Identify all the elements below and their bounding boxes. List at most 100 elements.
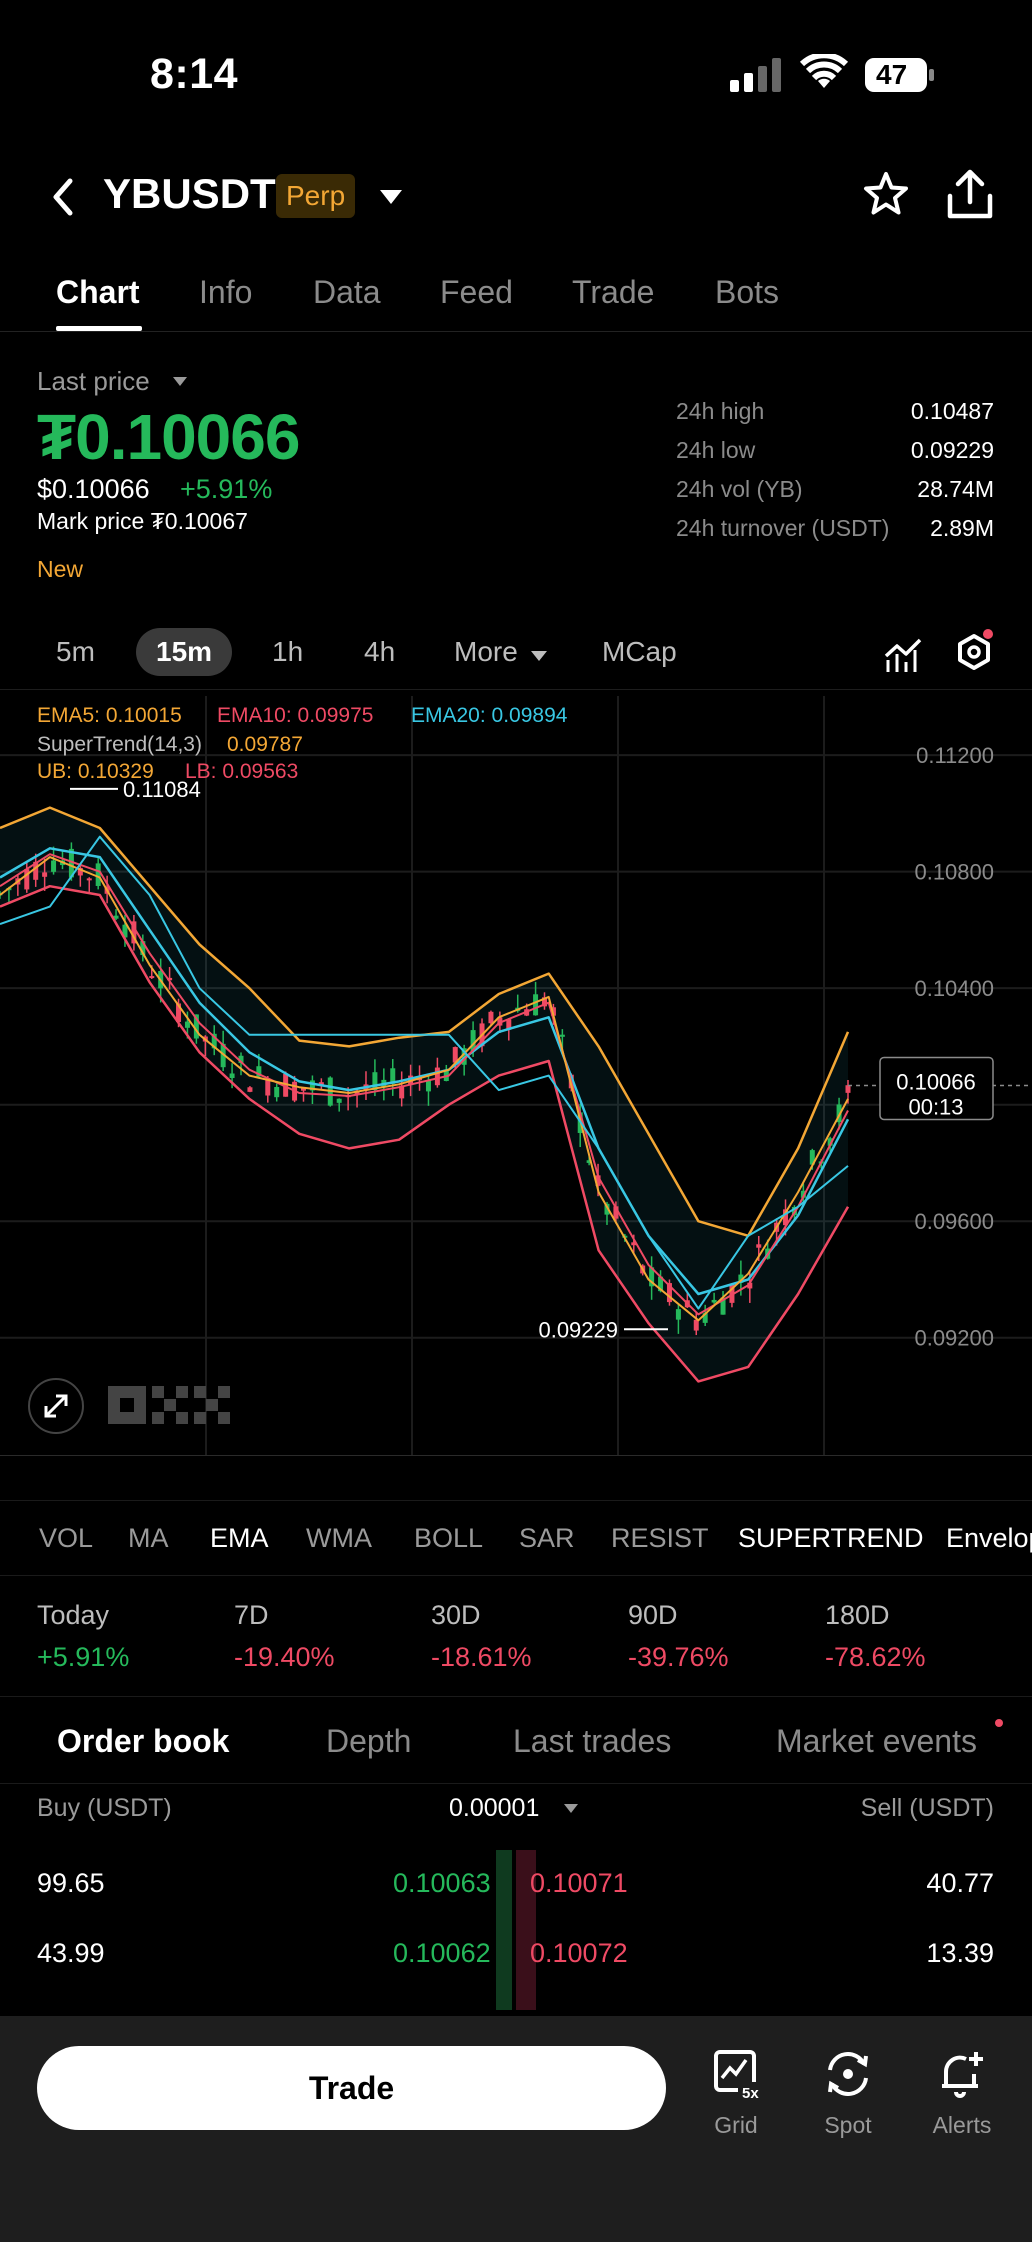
indicator-wma[interactable]: WMA bbox=[306, 1523, 372, 1554]
trade-button[interactable]: Trade bbox=[37, 2046, 666, 2130]
wifi-icon bbox=[800, 54, 848, 88]
stat-24h-low-label: 24h low bbox=[676, 437, 756, 463]
spot-label[interactable]: Spot bbox=[798, 2112, 898, 2139]
interval-1h[interactable]: 1h bbox=[272, 636, 303, 668]
last-price: ₮0.10066 bbox=[37, 401, 300, 473]
grid-bot-icon[interactable]: 5x bbox=[712, 2048, 764, 2100]
candle-body bbox=[184, 1021, 190, 1028]
indicator-vol[interactable]: VOL bbox=[39, 1523, 93, 1554]
legend-ema5: EMA5: 0.10015 bbox=[37, 704, 182, 727]
price-chart[interactable]: 0.112000.108000.104000.096000.092005/27,… bbox=[0, 696, 1032, 1456]
perf-30d-label: 30D bbox=[431, 1600, 481, 1630]
y-axis-tick-label: 0.11200 bbox=[916, 743, 994, 768]
interval-15m[interactable]: 15m bbox=[136, 628, 233, 676]
fullscreen-button[interactable] bbox=[28, 1378, 84, 1434]
battery-level: 47 bbox=[876, 59, 908, 90]
orderbook-tabs: Order book Depth Last trades Market even… bbox=[0, 1696, 1032, 1784]
indicators-icon[interactable] bbox=[884, 636, 924, 674]
tab-bots[interactable]: Bots bbox=[715, 274, 779, 311]
candle-body bbox=[86, 878, 92, 881]
candle-body bbox=[51, 860, 57, 872]
tab-data[interactable]: Data bbox=[313, 274, 381, 311]
grid-label[interactable]: Grid bbox=[686, 2112, 786, 2139]
mark-price: Mark price ₮0.10067 bbox=[37, 508, 248, 534]
alerts-bell-icon[interactable] bbox=[936, 2048, 988, 2100]
pair-title[interactable]: YBUSDT bbox=[103, 170, 276, 218]
indicator-ma[interactable]: MA bbox=[128, 1523, 169, 1554]
low-marker-label: 0.09229 bbox=[538, 1317, 618, 1342]
stat-24h-low-value: 0.09229 bbox=[910, 437, 994, 463]
okx-watermark-logo bbox=[108, 1386, 230, 1424]
alerts-label[interactable]: Alerts bbox=[912, 2112, 1012, 2139]
chevron-down-icon[interactable] bbox=[563, 1803, 579, 1814]
main-tabs: Chart Info Data Feed Trade Bots bbox=[0, 268, 1032, 332]
candle-body bbox=[711, 1299, 717, 1303]
stat-24h-high-value: 0.10487 bbox=[910, 398, 994, 424]
legend-supertrend-value: 0.09787 bbox=[227, 733, 303, 756]
indicator-supertrend[interactable]: SUPERTREND bbox=[738, 1523, 924, 1554]
chevron-down-icon[interactable] bbox=[378, 188, 404, 206]
tab-feed[interactable]: Feed bbox=[440, 274, 513, 311]
candle-body bbox=[42, 872, 48, 877]
tab-market-events[interactable]: Market events bbox=[776, 1723, 977, 1760]
cellular-signal-icon bbox=[730, 58, 781, 92]
candle-body bbox=[693, 1319, 699, 1331]
interval-5m[interactable]: 5m bbox=[56, 636, 95, 668]
back-icon[interactable] bbox=[48, 175, 78, 219]
active-tab-indicator bbox=[56, 326, 142, 331]
candle-body bbox=[675, 1309, 681, 1320]
precision-select[interactable]: 0.00001 bbox=[449, 1794, 539, 1823]
share-icon[interactable] bbox=[946, 168, 994, 220]
bid-depth-bar bbox=[496, 1850, 512, 2010]
interval-mcap[interactable]: MCap bbox=[602, 636, 677, 668]
indicator-tabs: VOL MA EMA WMA BOLL SAR RESIST SUPERTREN… bbox=[0, 1500, 1032, 1576]
indicator-ema[interactable]: EMA bbox=[210, 1523, 269, 1554]
spot-swap-icon[interactable] bbox=[822, 2048, 874, 2100]
candle-body bbox=[336, 1098, 342, 1103]
indicator-boll[interactable]: BOLL bbox=[414, 1523, 483, 1554]
current-price-label: 0.10066 bbox=[896, 1069, 976, 1094]
candle-body bbox=[229, 1073, 235, 1079]
ob-ask-price[interactable]: 0.10072 bbox=[530, 1938, 628, 1969]
ob-bid-price[interactable]: 0.10062 bbox=[393, 1938, 491, 1969]
chart-settings-icon[interactable] bbox=[954, 628, 994, 674]
interval-4h[interactable]: 4h bbox=[364, 636, 395, 668]
ob-ask-price[interactable]: 0.10071 bbox=[530, 1868, 628, 1899]
ob-buy-amount[interactable]: 43.99 bbox=[37, 1938, 105, 1969]
usd-price: $0.10066 bbox=[37, 474, 150, 504]
perf-90d-label: 90D bbox=[628, 1600, 678, 1630]
last-price-label[interactable]: Last price bbox=[37, 366, 150, 397]
indicator-sar[interactable]: SAR bbox=[519, 1523, 575, 1554]
interval-bar: 5m 15m 1h 4h More MCap bbox=[0, 626, 1032, 690]
legend-ema20: EMA20: 0.09894 bbox=[411, 704, 568, 727]
tab-depth[interactable]: Depth bbox=[326, 1723, 411, 1760]
buy-header: Buy (USDT) bbox=[37, 1794, 172, 1822]
perp-badge: Perp bbox=[276, 174, 356, 218]
ob-buy-amount[interactable]: 99.65 bbox=[37, 1868, 105, 1899]
favorite-star-icon[interactable] bbox=[862, 170, 910, 218]
candle-body bbox=[488, 1011, 494, 1024]
tab-trade[interactable]: Trade bbox=[572, 274, 654, 311]
envelope-fill bbox=[0, 807, 848, 1382]
interval-more[interactable]: More bbox=[454, 636, 518, 668]
chevron-down-icon[interactable] bbox=[172, 376, 188, 387]
tab-info[interactable]: Info bbox=[199, 274, 252, 311]
perf-90d-value: -39.76% bbox=[628, 1642, 729, 1672]
tab-last-trades[interactable]: Last trades bbox=[513, 1723, 671, 1760]
ob-sell-amount[interactable]: 13.39 bbox=[926, 1938, 994, 1969]
expand-icon bbox=[44, 1394, 68, 1418]
stat-24h-turnover-label: 24h turnover (USDT) bbox=[676, 515, 890, 541]
stat-24h-high-label: 24h high bbox=[676, 398, 765, 424]
stat-24h-vol-label: 24h vol (YB) bbox=[676, 476, 803, 502]
candle-body bbox=[149, 976, 155, 979]
tab-chart[interactable]: Chart bbox=[56, 274, 140, 311]
candle-body bbox=[95, 863, 101, 886]
perf-7d-label: 7D bbox=[234, 1600, 269, 1630]
indicator-resist[interactable]: RESIST bbox=[611, 1523, 709, 1554]
tab-order-book[interactable]: Order book bbox=[57, 1723, 229, 1760]
ob-bid-price[interactable]: 0.10063 bbox=[393, 1868, 491, 1899]
ob-sell-amount[interactable]: 40.77 bbox=[926, 1868, 994, 1899]
legend-ema10: EMA10: 0.09975 bbox=[217, 704, 374, 727]
chevron-down-icon[interactable] bbox=[530, 650, 548, 662]
indicator-envelope[interactable]: Envelop bbox=[946, 1523, 1032, 1554]
